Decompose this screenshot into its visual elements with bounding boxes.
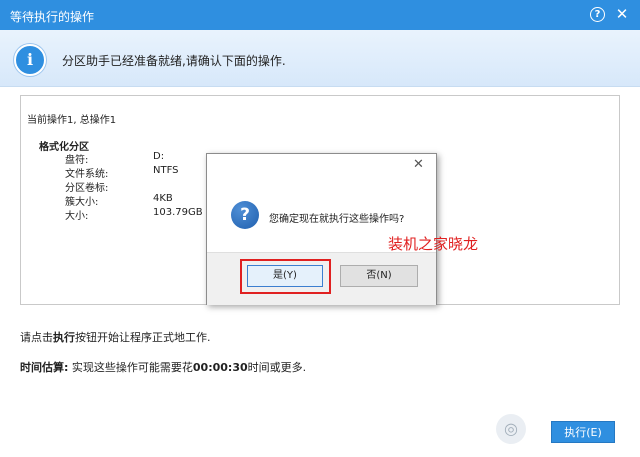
instruction-text: 请点击执行按钮开始让程序正式地工作.	[20, 329, 211, 345]
no-button[interactable]: 否(N)	[340, 265, 418, 287]
close-icon[interactable]: ✕	[413, 157, 424, 172]
field-label: 文件系统:	[65, 169, 109, 180]
window-title: 等待执行的操作	[10, 10, 95, 24]
question-icon: ?	[231, 201, 259, 229]
dialog-footer: 是(Y) 否(N)	[207, 252, 436, 305]
field-value: 103.79GB	[153, 207, 203, 218]
dialog-message: 您确定现在就执行这些操作吗?	[269, 214, 405, 225]
info-banner: i 分区助手已经准备就绪,请确认下面的操作.	[0, 30, 640, 87]
info-icon: i	[14, 44, 46, 76]
time-estimate: 时间估算: 实现这些操作可能需要花00:00:30时间或更多.	[20, 359, 306, 375]
confirm-dialog: ✕ ? 您确定现在就执行这些操作吗? 是(Y) 否(N)	[206, 153, 437, 305]
estimate-time: 00:00:30	[192, 361, 248, 374]
current-operation: 当前操作1, 总操作1	[27, 115, 117, 126]
instruction-prefix: 请点击	[20, 331, 53, 344]
banner-message: 分区助手已经准备就绪,请确认下面的操作.	[62, 54, 286, 68]
annotation-text: 装机之家晓龙	[388, 235, 479, 253]
estimate-label: 时间估算:	[20, 361, 69, 374]
field-label: 分区卷标:	[65, 183, 109, 194]
estimate-suffix: 时间或更多.	[247, 361, 307, 374]
instruction-bold: 执行	[53, 331, 75, 344]
estimate-prefix: 实现这些操作可能需要花	[68, 361, 193, 374]
field-label: 盘符:	[65, 155, 89, 166]
pending-operations-window: 等待执行的操作 ? ✕ i 分区助手已经准备就绪,请确认下面的操作. 当前操作1…	[0, 0, 640, 457]
close-icon[interactable]: ✕	[614, 6, 630, 22]
field-label: 大小:	[65, 211, 89, 222]
help-icon[interactable]: ?	[590, 7, 605, 22]
yes-button[interactable]: 是(Y)	[247, 265, 323, 287]
logo-icon: ◎	[496, 414, 526, 444]
field-value: D:	[153, 151, 165, 162]
title-bar: 等待执行的操作 ? ✕	[0, 0, 640, 30]
field-value: 4KB	[153, 193, 173, 204]
instruction-suffix: 按钮开始让程序正式地工作.	[75, 331, 211, 344]
execute-button[interactable]: 执行(E)	[551, 421, 615, 443]
field-label: 簇大小:	[65, 197, 99, 208]
field-value: NTFS	[153, 165, 179, 176]
